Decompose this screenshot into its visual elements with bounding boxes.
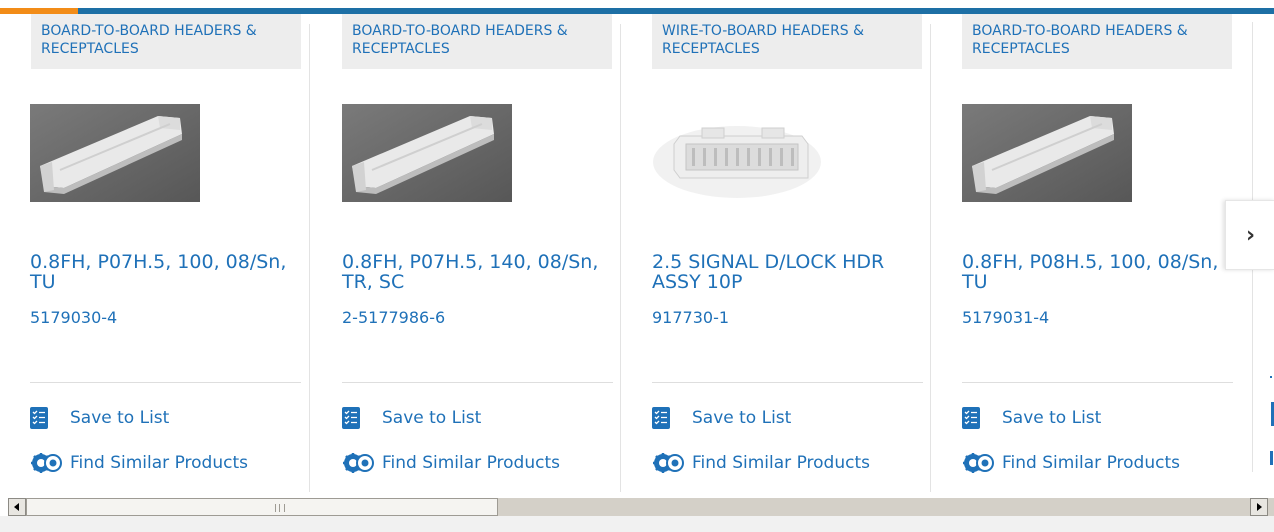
next-card-divider-fragment xyxy=(1270,376,1272,378)
find-similar-icon xyxy=(963,453,994,473)
connector-image-icon xyxy=(342,104,512,202)
scroll-right-arrow[interactable] xyxy=(1250,498,1268,516)
product-image[interactable] xyxy=(962,104,1132,202)
product-category-link[interactable]: BOARD-TO-BOARD HEADERS & RECEPTACLES xyxy=(342,14,612,69)
card-divider xyxy=(30,382,301,383)
product-name-link[interactable]: 2.5 SIGNAL D/LOCK HDR ASSY 10P xyxy=(652,252,927,292)
part-number-link[interactable]: 917730-1 xyxy=(652,308,729,328)
horizontal-scrollbar[interactable] xyxy=(8,498,1274,516)
find-similar-label: Find Similar Products xyxy=(382,453,560,473)
card-divider xyxy=(962,382,1233,383)
scroll-left-arrow[interactable] xyxy=(8,498,26,516)
product-image[interactable] xyxy=(342,104,512,202)
checklist-icon xyxy=(30,407,48,429)
checklist-icon xyxy=(342,407,360,429)
product-card: BOARD-TO-BOARD HEADERS & RECEPTACLES 0.8… xyxy=(931,14,1241,492)
product-card: WIRE-TO-BOARD HEADERS & RECEPTACLES 2.5 … xyxy=(621,14,931,492)
save-to-list-label: Save to List xyxy=(382,408,482,428)
find-similar-label: Find Similar Products xyxy=(1002,453,1180,473)
product-name-link[interactable]: 0.8FH, P08H.5, 100, 08/Sn, TU xyxy=(962,252,1237,292)
product-name-link[interactable]: 0.8FH, P07H.5, 100, 08/Sn, TU xyxy=(30,252,305,292)
product-category-link[interactable]: BOARD-TO-BOARD HEADERS & RECEPTACLES xyxy=(962,14,1232,69)
part-number-link[interactable]: 5179030-4 xyxy=(30,308,117,328)
product-carousel: BOARD-TO-BOARD HEADERS & RECEPTACLES 0.8… xyxy=(0,14,1274,492)
next-card-find-icon-fragment xyxy=(1270,451,1273,465)
find-similar-label: Find Similar Products xyxy=(692,453,870,473)
save-to-list-label: Save to List xyxy=(70,408,170,428)
product-category-link[interactable]: WIRE-TO-BOARD HEADERS & RECEPTACLES xyxy=(652,14,922,69)
triangle-right-icon xyxy=(1257,503,1262,511)
find-similar-icon xyxy=(31,453,62,473)
part-number-link[interactable]: 2-5177986-6 xyxy=(342,308,445,328)
checklist-icon xyxy=(652,407,670,429)
save-to-list-label: Save to List xyxy=(692,408,792,428)
card-separator xyxy=(309,24,310,492)
find-similar-button[interactable]: Find Similar Products xyxy=(342,451,560,475)
page-bottom-area xyxy=(0,516,1274,532)
save-to-list-button[interactable]: Save to List xyxy=(652,406,791,430)
save-to-list-label: Save to List xyxy=(1002,408,1102,428)
product-image[interactable] xyxy=(30,104,200,202)
find-similar-button[interactable]: Find Similar Products xyxy=(962,451,1180,475)
find-similar-button[interactable]: Find Similar Products xyxy=(652,451,870,475)
connector-image-icon xyxy=(30,104,200,202)
product-image[interactable] xyxy=(652,104,822,202)
find-similar-icon xyxy=(343,453,374,473)
find-similar-icon xyxy=(653,453,684,473)
triangle-left-icon xyxy=(14,503,19,511)
product-name-link[interactable]: 0.8FH, P07H.5, 140, 08/Sn, TR, SC xyxy=(342,252,617,292)
chevron-right-icon: › xyxy=(1245,222,1256,248)
find-similar-label: Find Similar Products xyxy=(70,453,248,473)
checklist-icon xyxy=(962,407,980,429)
save-to-list-button[interactable]: Save to List xyxy=(30,406,169,430)
find-similar-button[interactable]: Find Similar Products xyxy=(30,451,248,475)
save-to-list-button[interactable]: Save to List xyxy=(962,406,1101,430)
product-category-link[interactable]: BOARD-TO-BOARD HEADERS & RECEPTACLES xyxy=(31,14,301,69)
top-accent-bar xyxy=(0,0,1274,14)
product-card: BOARD-TO-BOARD HEADERS & RECEPTACLES 0.8… xyxy=(0,14,310,492)
header-image-icon xyxy=(652,104,822,202)
scrollbar-grip xyxy=(275,504,285,512)
card-divider xyxy=(342,382,613,383)
part-number-link[interactable]: 5179031-4 xyxy=(962,308,1049,328)
save-to-list-button[interactable]: Save to List xyxy=(342,406,481,430)
card-divider xyxy=(652,382,923,383)
product-card: BOARD-TO-BOARD HEADERS & RECEPTACLES 0.8… xyxy=(311,14,621,492)
scrollbar-thumb[interactable] xyxy=(26,498,498,516)
connector-image-icon xyxy=(962,104,1132,202)
carousel-next-button[interactable]: › xyxy=(1225,200,1274,270)
